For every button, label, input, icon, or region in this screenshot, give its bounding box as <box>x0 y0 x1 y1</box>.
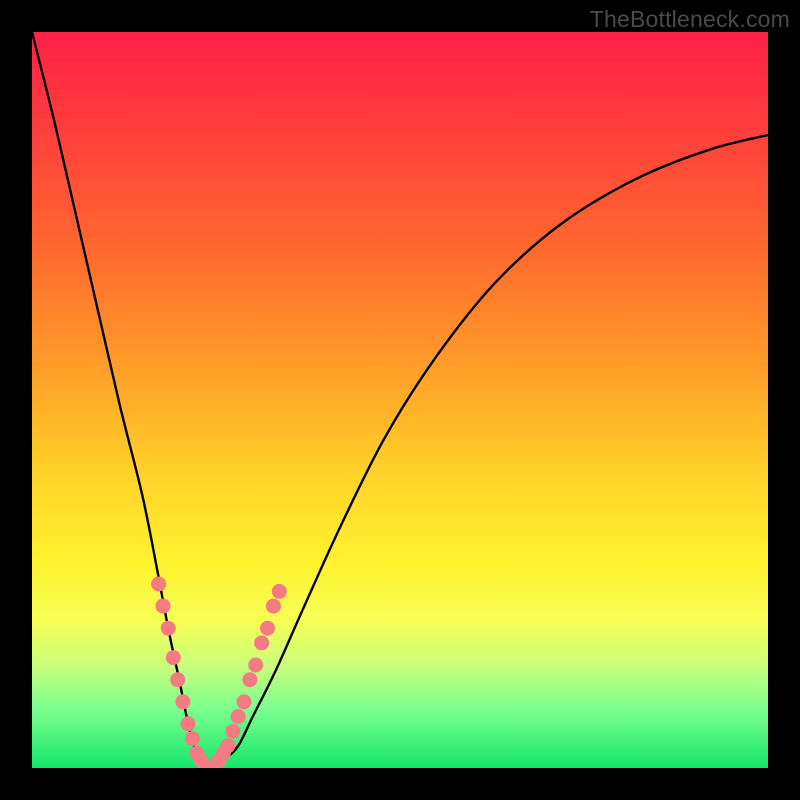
data-marker <box>161 621 176 636</box>
data-marker <box>151 577 166 592</box>
data-marker <box>181 716 196 731</box>
data-marker <box>260 621 275 636</box>
data-marker <box>166 650 181 665</box>
data-marker <box>231 709 246 724</box>
data-marker <box>272 584 287 599</box>
watermark-text: TheBottleneck.com <box>590 6 790 33</box>
data-marker <box>225 724 240 739</box>
data-marker <box>156 599 171 614</box>
plot-area <box>32 32 768 768</box>
marker-group <box>151 577 287 769</box>
data-marker <box>242 672 257 687</box>
chart-frame: TheBottleneck.com <box>0 0 800 800</box>
data-marker <box>220 738 235 753</box>
data-marker <box>185 731 200 746</box>
data-marker <box>170 672 185 687</box>
data-marker <box>266 599 281 614</box>
data-marker <box>248 658 263 673</box>
data-marker <box>254 635 269 650</box>
data-marker <box>237 694 252 709</box>
curve-group <box>32 32 768 768</box>
data-marker <box>175 694 190 709</box>
bottleneck-chart-svg <box>32 32 768 768</box>
bottleneck-curve <box>32 32 768 768</box>
